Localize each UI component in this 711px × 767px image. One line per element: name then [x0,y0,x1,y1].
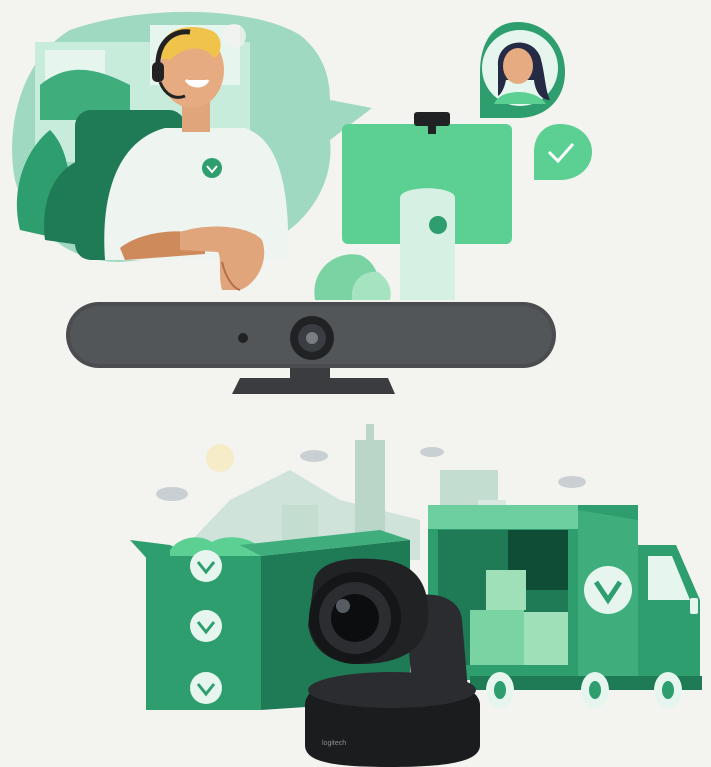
skyscraper-spire [366,424,374,444]
lamp-circle [222,24,246,48]
truck-roof-stripe [428,505,578,529]
cloud-shape [300,450,328,462]
heart-badge-icon [190,610,222,642]
cargo-box [470,610,524,665]
illustration-stage: logitech [0,0,711,767]
truck-mirror [690,598,698,614]
video-bar-stand [232,365,395,394]
cargo-box [524,612,568,665]
heart-badge-icon [190,550,222,582]
heart-badge-icon [190,672,222,704]
video-bar-lens-glint [306,332,318,344]
truck-hubcap [662,681,674,699]
monitor-stand [400,188,455,300]
cloud-shape [420,447,444,457]
ptz-brand-label: logitech [322,740,346,747]
truck-hubcap [589,681,601,699]
heart-badge-icon [584,566,632,614]
illustration-canvas: logitech [12,11,702,767]
truck-hubcap [494,681,506,699]
monitor-webcam-mount [428,124,436,134]
cargo-box [486,570,526,610]
cloud-shape [156,487,188,501]
sun-circle [206,444,234,472]
video-bar-device [66,302,556,394]
video-bar-sensor [238,333,248,343]
top-scene [12,11,592,300]
headset-earcup [152,62,164,82]
heart-badge-icon [202,158,222,178]
monitor-webcam [414,112,450,126]
check-bubble-icon [534,124,592,180]
agent-smile [184,78,210,88]
cloud-shape [558,476,586,488]
monitor-stand-hole [429,216,447,234]
ptz-lens-glint [336,599,350,613]
avatar-face [503,48,533,84]
